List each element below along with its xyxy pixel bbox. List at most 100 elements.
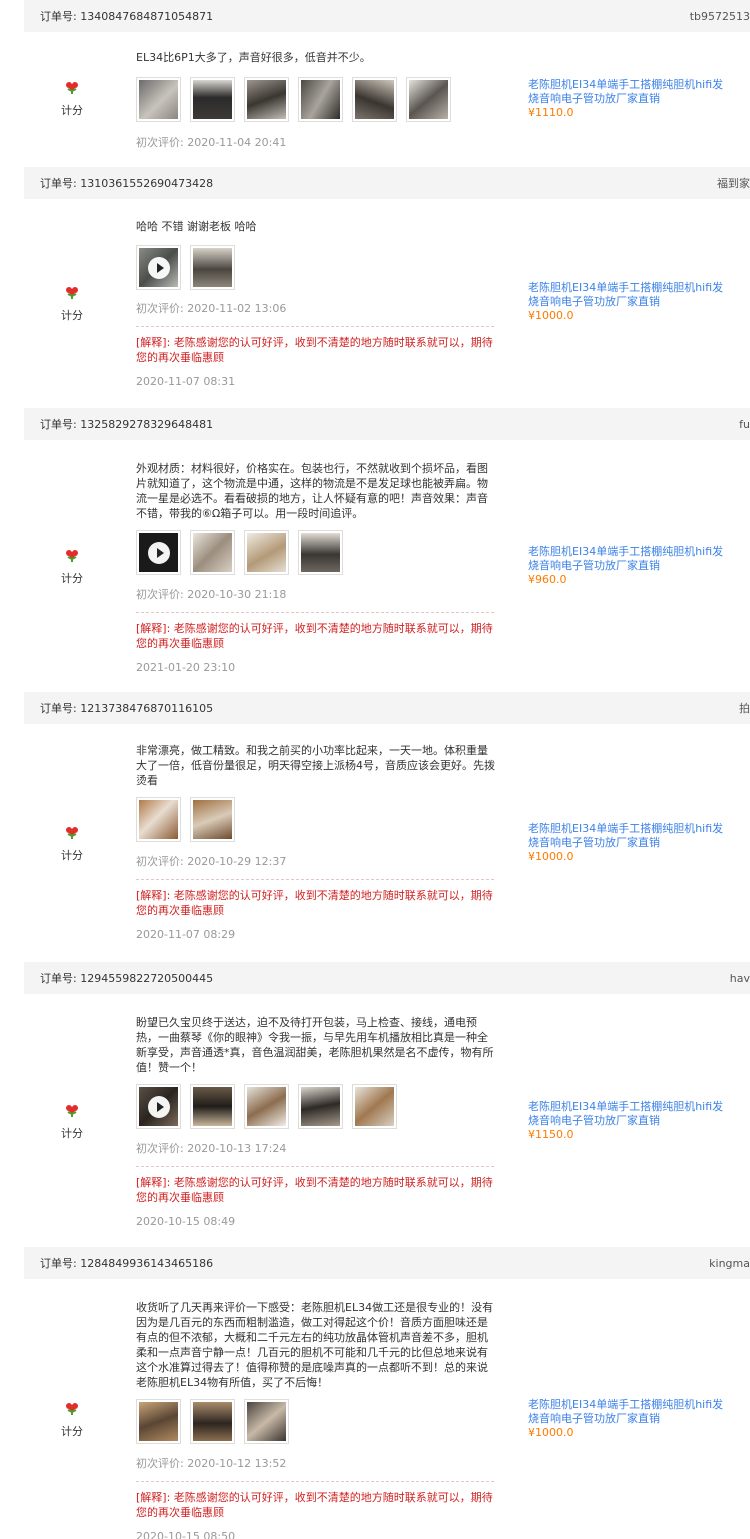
product-title-link[interactable]: 老陈胆机EI34单端手工搭棚纯胆机hifi发烧音响电子管功放厂家直销 [528,822,728,850]
review-video[interactable] [136,1084,181,1129]
order-header: 订单号: 1310361552690473428 福到家 [24,167,750,199]
review-photo[interactable] [190,1399,235,1444]
product-title-link[interactable]: 老陈胆机EI34单端手工搭棚纯胆机hifi发烧音响电子管功放厂家直销 [528,1100,728,1128]
order-header: 订单号: 1213738476870116105 拍 [24,692,750,724]
buyer-name[interactable]: 拍 [739,700,750,716]
review-photo[interactable] [190,797,235,842]
play-icon[interactable] [147,541,170,564]
review-content: 非常漂亮，做工精致。和我之前买的小功率比起来，一天一地。体积重量大了一倍，低音份… [136,743,496,941]
review-text: EL34比6P1大多了，声音好很多，低音并不少。 [136,51,371,64]
review-photos [136,77,496,122]
review-photo[interactable] [244,1084,289,1129]
product-price: ¥1000.0 [528,1426,574,1439]
review-photo[interactable] [136,797,181,842]
review-text: 外观材质：材料很好，价格实在。包装也行，不然就收到个损坏品，看图片就知道了，这个… [136,462,488,520]
reply-date: 2020-11-07 08:31 [136,375,236,388]
rating: 计分 [48,1401,96,1439]
play-icon[interactable] [147,256,170,279]
order-header: 订单号: 1294559822720500445 hav [24,962,750,994]
order-number: 订单号: 1325829278329648481 [40,418,214,431]
buyer-name[interactable]: hav [730,972,750,985]
order-number: 订单号: 1284849936143465186 [40,1257,214,1270]
seller-reply: [解释]: 老陈感谢您的认可好评，收到不清楚的地方随时联系就可以，期待您的再次垂… [136,326,494,365]
reply-date: 2020-11-07 08:29 [136,928,236,941]
rating-label: 计分 [61,309,83,322]
order-number: 订单号: 1310361552690473428 [40,177,214,190]
reply-date: 2020-10-15 08:50 [136,1530,236,1539]
review-photo[interactable] [244,530,289,575]
review-content: 外观材质：材料很好，价格实在。包装也行，不然就收到个损坏品，看图片就知道了，这个… [136,461,496,674]
review-photo[interactable] [190,245,235,290]
review-photo[interactable] [352,1084,397,1129]
buyer-name[interactable]: fu [739,418,750,431]
product-price: ¥1110.0 [528,106,574,119]
buyer-name[interactable]: kingma [709,1257,750,1270]
flower-icon [66,1403,78,1415]
first-review-date: 初次评价: 2020-11-04 20:41 [136,136,287,149]
review-video[interactable] [136,530,181,575]
product-price: ¥1000.0 [528,850,574,863]
first-review-date: 初次评价: 2020-10-29 12:37 [136,855,287,868]
product-info: 老陈胆机EI34单端手工搭棚纯胆机hifi发烧音响电子管功放厂家直销 ¥1000… [528,281,728,323]
review-text: 收货听了几天再来评价一下感受：老陈胆机EL34做工还是很专业的！没有因为是几百元… [136,1301,494,1389]
first-review-date: 初次评价: 2020-10-12 13:52 [136,1457,287,1470]
order-header: 订单号: 1325829278329648481 fu [24,408,750,440]
rating: 计分 [48,1103,96,1141]
buyer-name[interactable]: tb9572513 [690,10,750,23]
rating: 计分 [48,285,96,323]
order-header: 订单号: 1284849936143465186 kingma [24,1247,750,1279]
product-info: 老陈胆机EI34单端手工搭棚纯胆机hifi发烧音响电子管功放厂家直销 ¥1000… [528,822,728,864]
flower-icon [66,827,78,839]
product-info: 老陈胆机EI34单端手工搭棚纯胆机hifi发烧音响电子管功放厂家直销 ¥1110… [528,78,728,120]
review-video[interactable] [136,245,181,290]
rating-label: 计分 [61,849,83,862]
review-photo[interactable] [298,530,343,575]
rating-label: 计分 [61,1127,83,1140]
product-info: 老陈胆机EI34单端手工搭棚纯胆机hifi发烧音响电子管功放厂家直销 ¥1000… [528,1398,728,1440]
review-list: 订单号: 1340847684871054871 tb9572513 计分 EL… [0,0,750,1539]
review-photo[interactable] [244,77,289,122]
review-text: 非常漂亮，做工精致。和我之前买的小功率比起来，一天一地。体积重量大了一倍，低音份… [136,744,495,787]
review-photo[interactable] [298,77,343,122]
product-title-link[interactable]: 老陈胆机EI34单端手工搭棚纯胆机hifi发烧音响电子管功放厂家直销 [528,281,728,309]
flower-icon [66,287,78,299]
review-photo[interactable] [190,1084,235,1129]
review-photo[interactable] [190,77,235,122]
review-photos [136,245,496,290]
review-photos [136,1084,496,1129]
review-content: 盼望已久宝贝终于送达，迫不及待打开包装，马上检查、接线，通电预热，一曲蔡琴《你的… [136,1015,496,1228]
rating: 计分 [48,548,96,586]
seller-reply: [解释]: 老陈感谢您的认可好评，收到不清楚的地方随时联系就可以，期待您的再次垂… [136,1166,494,1205]
review-photo[interactable] [298,1084,343,1129]
seller-reply: [解释]: 老陈感谢您的认可好评，收到不清楚的地方随时联系就可以，期待您的再次垂… [136,1481,494,1520]
review-content: 收货听了几天再来评价一下感受：老陈胆机EL34做工还是很专业的！没有因为是几百元… [136,1300,496,1539]
first-review-date: 初次评价: 2020-10-13 17:24 [136,1142,287,1155]
review-photo[interactable] [244,1399,289,1444]
product-title-link[interactable]: 老陈胆机EI34单端手工搭棚纯胆机hifi发烧音响电子管功放厂家直销 [528,1398,728,1426]
play-icon[interactable] [147,1095,170,1118]
product-info: 老陈胆机EI34单端手工搭棚纯胆机hifi发烧音响电子管功放厂家直销 ¥960.… [528,545,728,587]
first-review-date: 初次评价: 2020-11-02 13:06 [136,302,287,315]
order-header: 订单号: 1340847684871054871 tb9572513 [24,0,750,32]
review-photo[interactable] [406,77,451,122]
review-photo[interactable] [136,1399,181,1444]
order-number: 订单号: 1340847684871054871 [40,10,214,23]
order-number: 订单号: 1213738476870116105 [40,702,214,715]
rating: 计分 [48,80,96,118]
review-photos [136,1399,496,1444]
review-content: 哈哈 不错 谢谢老板 哈哈 初次评价: 2020-11-02 13:06 [解释… [136,219,496,388]
order-number: 订单号: 1294559822720500445 [40,972,214,985]
review-photo[interactable] [352,77,397,122]
review-photo[interactable] [190,530,235,575]
product-info: 老陈胆机EI34单端手工搭棚纯胆机hifi发烧音响电子管功放厂家直销 ¥1150… [528,1100,728,1142]
rating-label: 计分 [61,572,83,585]
product-title-link[interactable]: 老陈胆机EI34单端手工搭棚纯胆机hifi发烧音响电子管功放厂家直销 [528,78,728,106]
review-text: 哈哈 不错 谢谢老板 哈哈 [136,220,257,233]
review-photos [136,530,496,575]
product-price: ¥960.0 [528,573,567,586]
review-photo[interactable] [136,77,181,122]
flower-icon [66,82,78,94]
product-price: ¥1150.0 [528,1128,574,1141]
product-title-link[interactable]: 老陈胆机EI34单端手工搭棚纯胆机hifi发烧音响电子管功放厂家直销 [528,545,728,573]
buyer-name[interactable]: 福到家 [717,175,750,191]
